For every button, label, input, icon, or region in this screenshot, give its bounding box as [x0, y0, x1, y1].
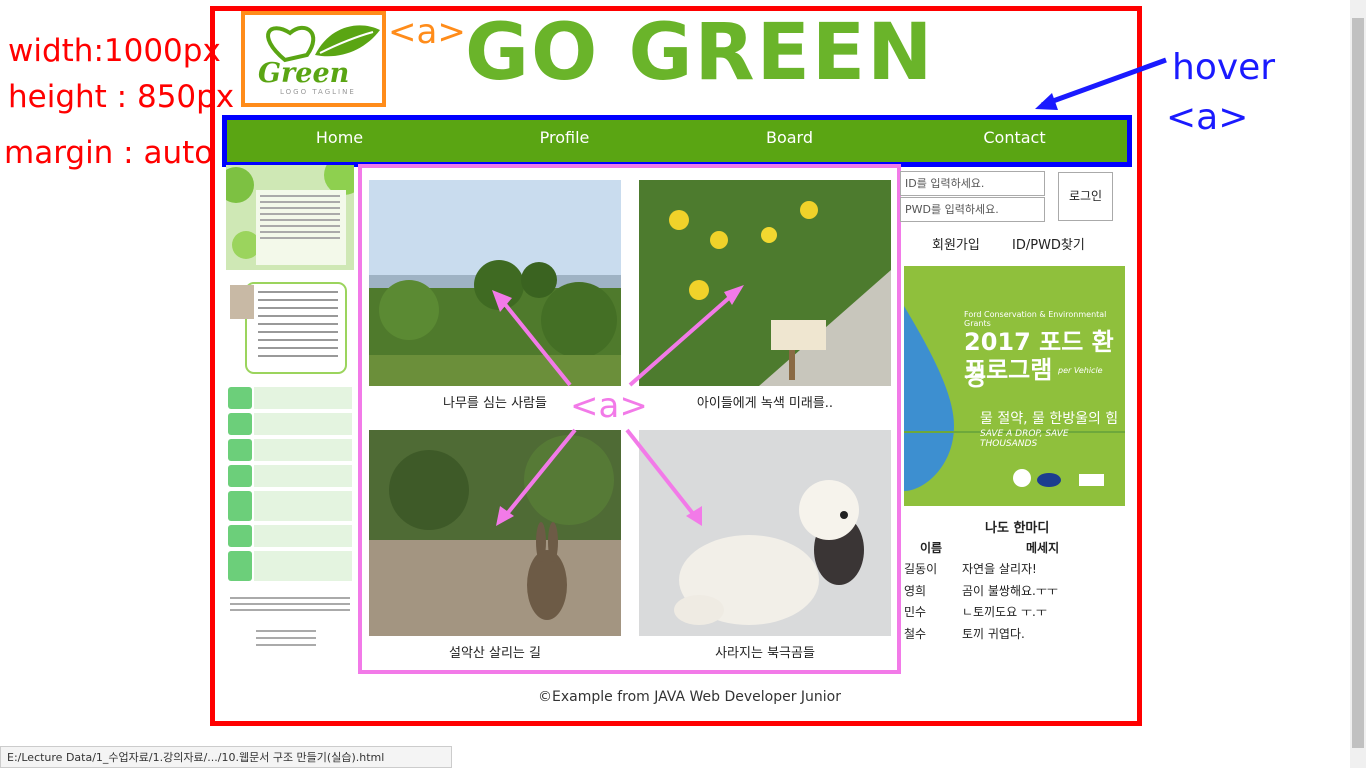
annotation-hover: hover — [1172, 47, 1276, 88]
annotation-logo-a: <a> — [388, 12, 466, 52]
guestbook-name: 길동이 — [904, 562, 938, 576]
guestbook-message: 토끼 귀엽다. — [962, 627, 1025, 641]
annotation-gallery-a: <a> — [570, 386, 648, 426]
guestbook-title: 나도 한마디 — [985, 521, 1050, 536]
guestbook-name: 민수 — [904, 605, 927, 619]
guestbook-message: 자연을 살리자! — [962, 562, 1037, 576]
guestbook-name: 영희 — [904, 584, 927, 598]
footer-copyright: ©Example from JAVA Web Developer Junior — [538, 689, 842, 705]
brand-title: GO GREEN — [465, 8, 935, 98]
ad-title-2: 프로그램 — [964, 356, 1053, 384]
annotation-margin: margin : auto — [4, 135, 214, 171]
guestbook-col-name: 이름 — [920, 541, 943, 555]
ad-per-vehicle: per Vehicle — [1058, 366, 1103, 375]
password-input[interactable]: PWD를 입력하세요. — [900, 197, 1045, 222]
annotation-nav-a: <a> — [1166, 97, 1249, 138]
ad-slogan: 물 절약, 물 한방울의 힘 — [980, 411, 1119, 427]
login-button[interactable]: 로그인 — [1058, 172, 1113, 221]
gallery-caption-polar-bear[interactable]: 사라지는 북극곰들 — [639, 642, 891, 661]
signup-link[interactable]: 회원가입 — [932, 234, 980, 253]
guestbook-message: 곰이 불쌍해요.ㅜㅜ — [962, 584, 1058, 598]
guestbook-col-message: 메세지 — [1026, 541, 1060, 555]
gallery-caption-rabbit[interactable]: 설악산 살리는 길 — [369, 642, 621, 661]
ad-banner[interactable]: Ford Conservation & Environmental Grants… — [904, 266, 1125, 506]
logo-tagline: LOGO TAGLINE — [280, 88, 356, 96]
guestbook-name: 철수 — [904, 627, 927, 641]
annotation-width: width:1000px — [8, 33, 221, 69]
browser-status-url: E:/Lecture Data/1_수업자료/1.강의자료/.../10.웹문서… — [0, 746, 452, 768]
scrollbar-thumb[interactable] — [1352, 18, 1364, 748]
hover-arrow-icon — [1035, 57, 1167, 110]
guestbook-message: ㄴ토끼도요 ㅜ.ㅜ — [962, 605, 1047, 619]
left-profile-document-image — [226, 165, 354, 655]
id-input[interactable]: ID를 입력하세요. — [900, 171, 1045, 196]
ad-slogan-sub: SAVE A DROP, SAVE THOUSANDS — [980, 429, 1069, 449]
logo-word: Green — [258, 58, 350, 89]
annotation-height: height : 850px — [8, 79, 235, 115]
find-account-link[interactable]: ID/PWD찾기 — [1012, 234, 1085, 253]
nav-outline — [222, 115, 1132, 167]
